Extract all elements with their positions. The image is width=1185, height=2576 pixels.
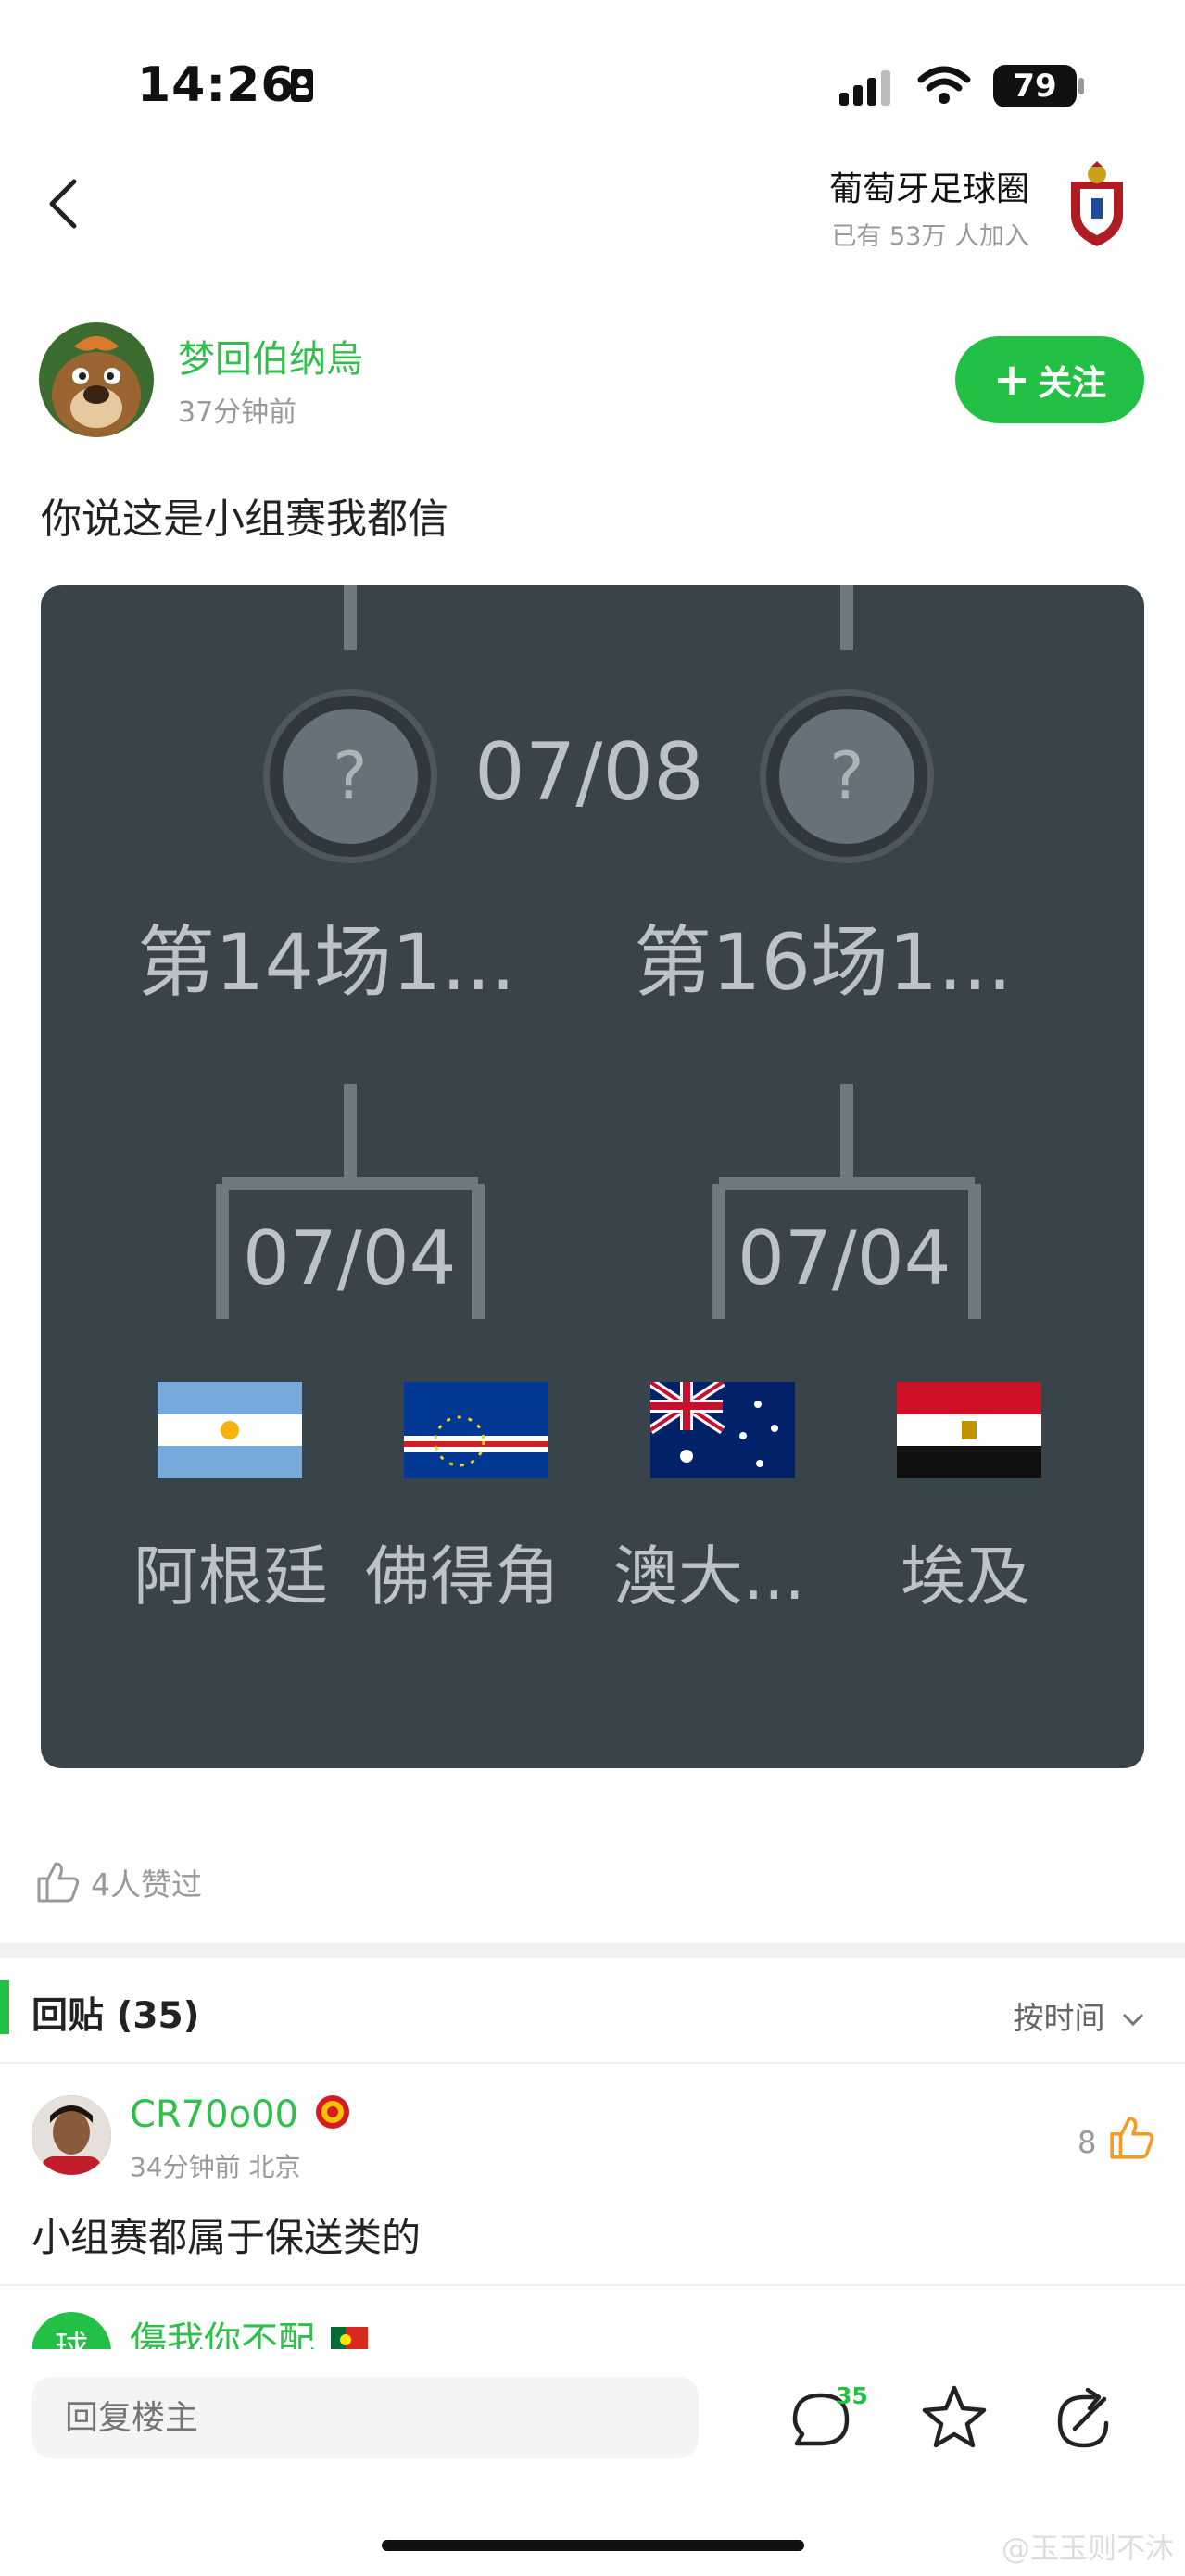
sub-date-right: 07/04: [737, 1215, 952, 1301]
post-image[interactable]: ? ? 07/08 第14场1... 第16场1... 07/04 07/04: [41, 585, 1144, 1768]
egypt-flag-icon: [897, 1382, 1041, 1478]
match-right-label: 第16场1...: [634, 917, 1013, 1008]
undecided-team-left: ?: [263, 689, 437, 863]
comment-text: 小组赛都属于保送类的: [32, 2215, 422, 2260]
follow-label: 关注: [1038, 363, 1107, 403]
comment-divider: [0, 2284, 1185, 2286]
section-divider: [0, 1943, 1185, 1958]
forum-crest-icon[interactable]: [1064, 159, 1130, 248]
question-mark-left: ?: [283, 709, 418, 844]
post-time: 37分钟前: [178, 396, 297, 429]
sort-label: 按时间: [1013, 2000, 1105, 2036]
comment-like-count: 8: [1078, 2125, 1097, 2160]
status-bar: 14:26 79: [0, 0, 1185, 167]
likes-count: 4人赞过: [91, 1866, 202, 1903]
post-likes[interactable]: 4人赞过: [35, 1860, 202, 1904]
sort-dropdown[interactable]: 按时间: [1014, 1993, 1147, 2038]
cape-verde-flag-icon: [404, 1382, 548, 1478]
chevron-down-icon: [1122, 2013, 1144, 2027]
forum-name[interactable]: 葡萄牙足球圈: [829, 162, 1029, 210]
match-left-label: 第14场1...: [137, 917, 516, 1008]
follow-button[interactable]: + 关注: [955, 336, 1144, 423]
thumbs-up-icon: [37, 1862, 80, 1903]
back-chevron-icon[interactable]: [44, 176, 82, 232]
author-avatar[interactable]: [39, 322, 154, 437]
forum-member-count: 已有 53万 人加入: [831, 222, 1029, 251]
replies-accent-bar: [0, 1980, 9, 2034]
sub-date-left: 07/04: [243, 1215, 457, 1301]
comment-author[interactable]: CR70o00: [130, 2093, 351, 2136]
comment-meta: 34分钟前 北京: [130, 2152, 301, 2182]
team-cape-verde: 佛得角: [365, 1539, 560, 1615]
user-photo-avatar-icon: [32, 2095, 111, 2175]
comment-avatar[interactable]: [32, 2095, 111, 2175]
star-icon[interactable]: [919, 2382, 990, 2453]
watermark: @玉玉则不沐: [1002, 2532, 1174, 2566]
undecided-team-right: ?: [760, 689, 934, 863]
battery-indicator: 79: [993, 65, 1077, 107]
reply-input[interactable]: [32, 2377, 699, 2458]
share-icon[interactable]: [1053, 2388, 1116, 2451]
home-indicator[interactable]: [382, 2540, 804, 2551]
plus-icon: +: [992, 354, 1031, 406]
comment-author-name: CR70o00: [130, 2093, 298, 2136]
cellular-signal-icon: [839, 70, 890, 106]
cartoon-bear-avatar-icon: [39, 322, 154, 437]
club-badge-icon: [315, 2095, 349, 2129]
comment-thumbs-up-icon[interactable]: [1108, 2114, 1156, 2162]
team-egypt: 埃及: [901, 1539, 1030, 1615]
battery-tip: [1078, 78, 1084, 94]
australia-flag-icon: [650, 1382, 795, 1478]
argentina-flag-icon: [158, 1382, 302, 1478]
author-name[interactable]: 梦回伯纳烏: [178, 329, 363, 383]
top-match-date: 07/08: [474, 726, 704, 819]
replies-divider: [0, 2062, 1185, 2064]
replies-title: 回贴 (35): [32, 1995, 200, 2037]
portrait-lock-icon: [291, 69, 313, 102]
post-text: 你说这是小组赛我都信: [41, 496, 448, 543]
wifi-icon: [917, 66, 971, 104]
team-argentina: 阿根廷: [133, 1539, 328, 1615]
team-australia: 澳大...: [613, 1539, 805, 1615]
question-mark-right: ?: [779, 709, 914, 844]
comment-count-badge: 35: [836, 2382, 868, 2409]
status-time: 14:26: [137, 57, 296, 113]
